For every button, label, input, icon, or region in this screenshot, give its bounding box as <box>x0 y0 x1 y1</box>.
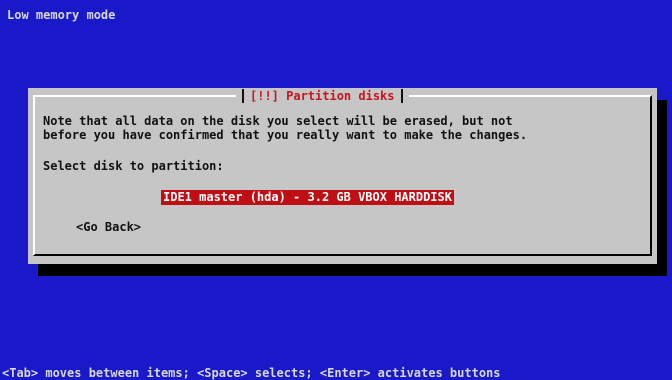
go-back-button[interactable]: <Go Back> <box>76 220 141 234</box>
description-line-1: Note that all data on the disk you selec… <box>43 114 513 128</box>
title-right-divider <box>400 89 403 103</box>
dialog-title-bar: [!!] Partition disks <box>236 88 409 104</box>
keyboard-help-text: <Tab> moves between items; <Space> selec… <box>2 366 501 380</box>
description-line-2: before you have confirmed that you reall… <box>43 128 528 142</box>
partition-dialog: [!!] Partition disks Note that all data … <box>28 88 657 264</box>
mode-indicator: Low memory mode <box>7 8 116 22</box>
select-disk-prompt: Select disk to partition: <box>43 159 224 173</box>
dialog-title: [!!] Partition disks <box>250 89 395 103</box>
title-left-divider <box>242 89 244 103</box>
disk-option-hda[interactable]: IDE1 master (hda) - 3.2 GB VBOX HARDDISK <box>161 190 454 205</box>
